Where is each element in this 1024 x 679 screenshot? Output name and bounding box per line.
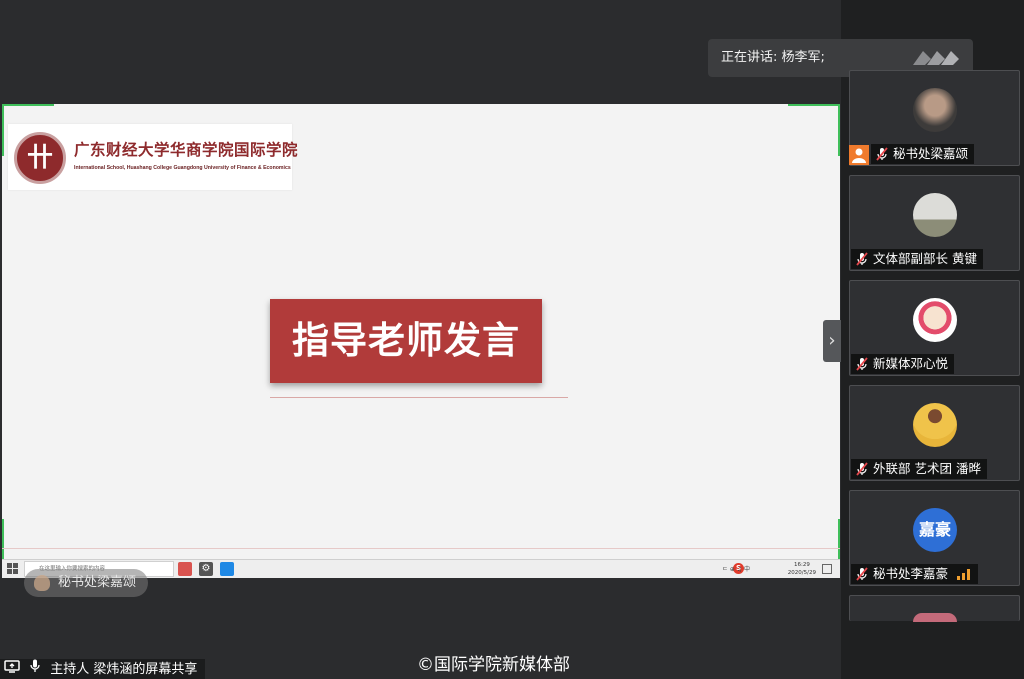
participant-avatar: 嘉豪 <box>913 508 957 552</box>
participant-name-tag: 文体部副部长 黄键 <box>851 249 983 269</box>
meeting-logo-icon <box>913 51 959 65</box>
school-logo: 卄 广东财经大学华商学院国际学院 International School, H… <box>8 124 298 190</box>
participant-tile[interactable]: 文体部副部长 黄键 <box>849 175 1020 271</box>
participant-name-tag: 秘书处李嘉豪 <box>851 564 979 584</box>
active-speaker-text: 正在讲话: 杨李军; <box>721 50 825 65</box>
watermark: ©国际学院新媒体部 <box>417 655 570 675</box>
participant-tile[interactable]: 嘉豪 秘书处李嘉豪 <box>849 490 1020 586</box>
school-seal-icon: 卄 <box>14 132 66 184</box>
logo-chinese-name: 广东财经大学华商学院国际学院 <box>74 140 299 159</box>
share-status-text: 主持人 梁炜涵的屏幕共享 <box>50 662 198 677</box>
participant-tile[interactable]: 新媒体邓心悦 <box>849 280 1020 376</box>
participant-avatar <box>913 298 957 342</box>
participant-tile[interactable]: 秘书处梁嘉颂 <box>849 70 1020 166</box>
raise-hand-icon <box>34 575 50 591</box>
shared-screen[interactable]: 卄 广东财经大学华商学院国际学院 International School, H… <box>2 104 840 559</box>
participant-name: 秘书处梁嘉颂 <box>893 146 969 161</box>
taskbar-time: 16:29 <box>793 562 810 568</box>
collapse-panel-button[interactable]: › <box>823 320 841 362</box>
meeting-app-icon <box>220 562 234 576</box>
logo-english-name: International School, Huashang College G… <box>74 165 291 171</box>
frame-corner-tr-v <box>838 104 840 156</box>
participant-name: 秘书处李嘉豪 <box>873 566 949 581</box>
mic-off-icon <box>876 147 888 161</box>
frame-corner-br-v <box>838 519 840 559</box>
participant-tile[interactable]: 外联部 艺术团 潘晔 <box>849 385 1020 481</box>
participant-name: 文体部副部长 黄键 <box>873 251 977 266</box>
title-underline <box>270 397 568 398</box>
participant-name: 新媒体邓心悦 <box>873 356 949 371</box>
mic-off-icon <box>856 357 868 371</box>
participant-avatar <box>913 613 957 622</box>
taskbar-clock: 16:29 2020/5/29 <box>788 561 816 577</box>
taskbar-date: 2020/5/29 <box>787 570 816 576</box>
powerpoint-app-icon <box>178 562 192 576</box>
screen-share-status[interactable]: 主持人 梁炜涵的屏幕共享 <box>0 659 206 679</box>
mic-off-icon <box>856 462 868 476</box>
frame-corner-tl-v <box>2 104 4 156</box>
participant-avatar <box>913 403 957 447</box>
notification-icon <box>822 564 832 574</box>
participant-tile[interactable] <box>849 595 1020 622</box>
participant-name-tag: 秘书处梁嘉颂 <box>871 144 975 164</box>
frame-corner-tr <box>788 104 840 106</box>
participant-avatar <box>913 88 957 132</box>
participant-name: 外联部 艺术团 潘晔 <box>873 461 981 476</box>
frame-corner-tl <box>2 104 54 106</box>
mic-off-icon <box>856 252 868 266</box>
presenter-name-chip: 秘书处梁嘉颂 <box>24 569 149 597</box>
mic-off-icon <box>856 567 868 581</box>
participant-name-tag: 外联部 艺术团 潘晔 <box>851 459 987 479</box>
host-icon <box>849 145 869 165</box>
presenter-name: 秘书处梁嘉颂 <box>58 575 137 590</box>
participant-name-tag: 新媒体邓心悦 <box>851 354 955 374</box>
mic-icon <box>30 659 40 679</box>
meeting-window: 卄 广东财经大学华商学院国际学院 International School, H… <box>0 0 1024 679</box>
slide-divider <box>2 548 840 549</box>
windows-start-icon <box>7 563 19 575</box>
screen-share-icon <box>4 659 20 679</box>
slide-title: 指导老师发言 <box>270 299 542 383</box>
settings-icon: ⚙ <box>199 562 213 576</box>
signal-strength-icon <box>957 569 971 580</box>
chevron-right-icon: › <box>828 330 836 351</box>
frame-corner-bl-v <box>2 519 4 559</box>
system-tray: ㄷ ⊕ ♫ 中 <box>722 566 750 573</box>
participant-avatar <box>913 193 957 237</box>
